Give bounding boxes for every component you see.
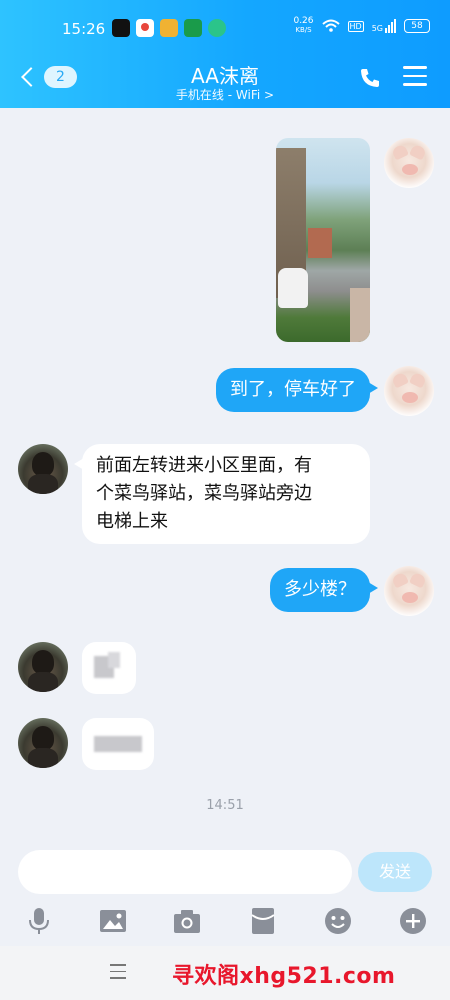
chat-app-icon: [208, 19, 226, 37]
message-line: 电梯上来: [96, 511, 168, 532]
message-line: 前面左转进来小区里面，有: [96, 455, 312, 476]
message-bubble-sent[interactable]: 到了，停车好了: [216, 368, 378, 412]
my-avatar[interactable]: [384, 138, 434, 188]
hd-badge: HD: [347, 20, 364, 32]
net-speed-value: 0.26: [293, 16, 314, 26]
status-time: 15:26: [62, 20, 106, 38]
network-type: 5G: [371, 24, 383, 33]
image-message[interactable]: [276, 138, 370, 342]
signal-strength: 5G: [372, 19, 396, 33]
blurred-message[interactable]: [82, 642, 136, 694]
net-speed: 0.26 KB/S: [293, 17, 313, 35]
contact-name[interactable]: AA沫离: [0, 60, 450, 89]
composer: 发送: [0, 838, 450, 946]
composer-toolbar: [0, 902, 450, 942]
wifi-icon: [321, 19, 340, 32]
microphone-icon[interactable]: [24, 906, 54, 936]
plus-icon[interactable]: [398, 906, 428, 936]
contact-avatar[interactable]: [18, 642, 68, 692]
battery-icon: 58: [404, 19, 430, 33]
message-line: 个菜鸟驿站，菜鸟驿站旁边: [96, 483, 312, 504]
green-app-icon: [184, 19, 202, 37]
contact-avatar[interactable]: [18, 444, 68, 494]
emoji-icon[interactable]: [323, 906, 353, 936]
blurred-message[interactable]: [82, 718, 154, 770]
message-input[interactable]: [18, 850, 352, 894]
system-nav-bar: 寻欢阁xhg521.com: [0, 946, 450, 1000]
shield-app-icon: [160, 19, 178, 37]
contact-avatar[interactable]: [18, 718, 68, 768]
status-bar: 15:26 0.26 KB/S HD 5G 58: [0, 0, 450, 58]
battery-level: 58: [411, 21, 423, 31]
tiktok-icon: [112, 19, 130, 37]
map-pin-app-icon: [136, 19, 154, 37]
online-status[interactable]: 手机在线 - WiFi >: [0, 86, 450, 103]
phone-icon[interactable]: [358, 66, 382, 90]
my-avatar[interactable]: [384, 366, 434, 416]
image-icon[interactable]: [98, 906, 128, 936]
message-bubble-sent[interactable]: 多少楼？: [270, 568, 378, 612]
red-packet-icon[interactable]: [248, 906, 278, 936]
time-separator: 14:51: [206, 798, 244, 813]
signal-bars-icon: [385, 19, 396, 33]
camera-icon[interactable]: [172, 906, 202, 936]
net-speed-unit: KB/S: [295, 26, 312, 34]
message-bubble-received[interactable]: 前面左转进来小区里面，有 个菜鸟驿站，菜鸟驿站旁边 电梯上来: [74, 444, 370, 544]
menu-lines-icon[interactable]: [110, 964, 126, 980]
chat-header: 2 AA沫离 手机在线 - WiFi >: [0, 58, 450, 108]
watermark: 寻欢阁xhg521.com: [172, 964, 396, 989]
status-indicators: 0.26 KB/S HD 5G 58: [293, 17, 430, 35]
menu-icon[interactable]: [403, 66, 427, 88]
my-avatar[interactable]: [384, 566, 434, 616]
notification-icons: [112, 19, 226, 37]
message-list[interactable]: 到了，停车好了 前面左转进来小区里面，有 个菜鸟驿站，菜鸟驿站旁边 电梯上来 多…: [0, 108, 450, 838]
send-button[interactable]: 发送: [358, 852, 432, 892]
